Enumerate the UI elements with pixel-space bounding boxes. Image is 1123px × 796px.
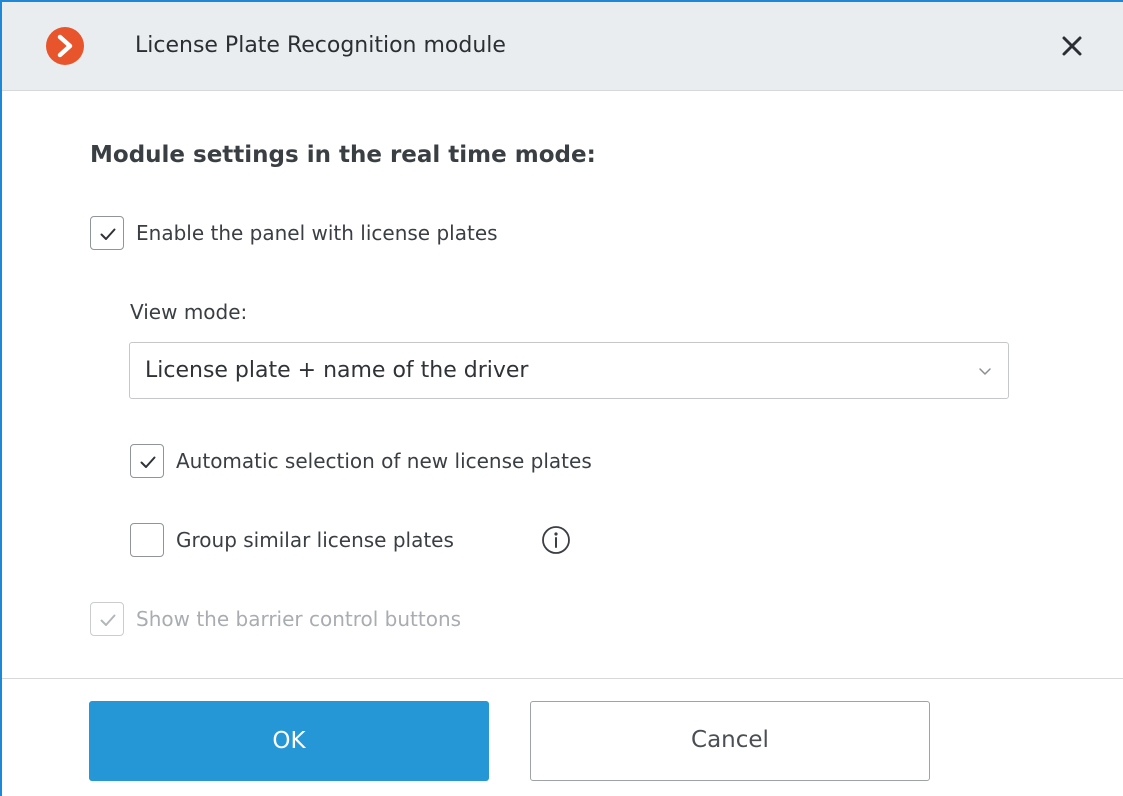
group-similar-label[interactable]: Group similar license plates [176, 526, 454, 554]
view-mode-label: View mode: [130, 300, 248, 324]
barrier-buttons-label: Show the barrier control buttons [136, 607, 462, 631]
settings-heading: Module settings in the real time mode: [90, 142, 596, 168]
auto-select-label[interactable]: Automatic selection of new license plate… [176, 447, 592, 475]
footer-divider [2, 678, 1123, 679]
checkmark-icon [100, 614, 116, 626]
chevron-down-icon [977, 363, 993, 379]
enable-panel-label[interactable]: Enable the panel with license plates [136, 219, 498, 247]
view-mode-value: License plate + name of the driver [145, 358, 529, 383]
checkmark-icon [140, 456, 156, 468]
auto-select-checkbox[interactable] [130, 444, 164, 478]
title-bar: License Plate Recognition module [2, 2, 1123, 91]
cancel-button[interactable]: Cancel [530, 701, 930, 781]
view-mode-select[interactable]: License plate + name of the driver [129, 342, 1009, 399]
dialog-title: License Plate Recognition module [135, 33, 506, 58]
checkmark-icon [100, 228, 116, 240]
info-icon[interactable] [540, 524, 572, 556]
ok-button[interactable]: OK [89, 701, 489, 781]
license-plate-dialog: License Plate Recognition module Module … [0, 0, 1123, 796]
group-similar-checkbox[interactable] [130, 523, 164, 557]
chevron-right-circle-icon [45, 26, 85, 66]
enable-panel-checkbox[interactable] [90, 216, 124, 250]
barrier-buttons-checkbox [90, 602, 124, 636]
close-icon[interactable] [1058, 32, 1086, 60]
